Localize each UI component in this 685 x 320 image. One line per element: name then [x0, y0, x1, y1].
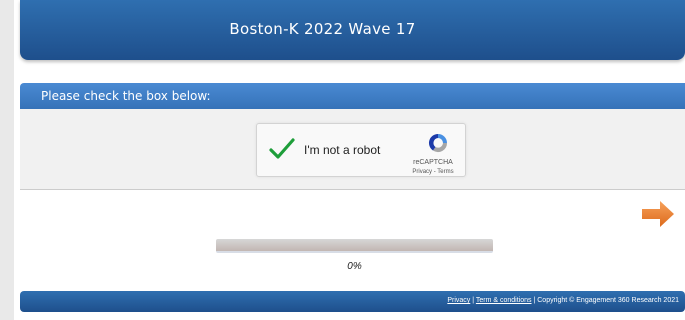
recaptcha-links: Privacy - Terms	[403, 169, 463, 175]
progress-percent: 0%	[347, 261, 362, 272]
recaptcha-terms-link[interactable]: Terms	[437, 169, 453, 175]
recaptcha-privacy-link[interactable]: Privacy	[412, 169, 432, 175]
footer-text: Privacy | Term & conditions | Copyright …	[447, 297, 679, 304]
survey-title: Boston-K 2022 Wave 17	[229, 20, 416, 38]
question-header: Please check the box below:	[20, 83, 685, 109]
footer: Privacy | Term & conditions | Copyright …	[20, 291, 685, 312]
progress-bar	[216, 239, 493, 253]
right-arrow-icon	[642, 201, 674, 227]
copyright-text: Copyright © Engagement 360 Research 2021	[537, 297, 679, 304]
survey-page: Boston-K 2022 Wave 17 Please check the b…	[14, 0, 685, 320]
checkmark-icon[interactable]	[269, 136, 295, 162]
question-body: I'm not a robot reCAPTCHA Privacy - Term…	[20, 109, 685, 190]
recaptcha-logo-icon	[428, 133, 447, 153]
next-arrow-button[interactable]	[640, 199, 676, 229]
recaptcha-label: I'm not a robot	[304, 143, 381, 157]
recaptcha-brand: reCAPTCHA	[413, 159, 453, 166]
survey-header: Boston-K 2022 Wave 17	[20, 0, 685, 60]
recaptcha-widget: I'm not a robot reCAPTCHA Privacy - Term…	[256, 123, 466, 177]
privacy-link[interactable]: Privacy	[447, 297, 470, 304]
terms-link[interactable]: Term & conditions	[476, 297, 532, 304]
question-prompt: Please check the box below:	[41, 89, 211, 103]
